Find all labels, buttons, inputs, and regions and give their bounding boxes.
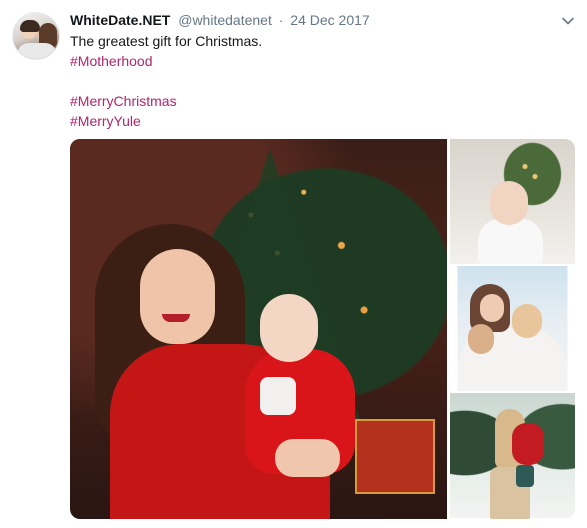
- tweet[interactable]: WhiteDate.NET @whitedatenet · 24 Dec 201…: [0, 0, 587, 528]
- tweet-text: The greatest gift for Christmas. #Mother…: [70, 31, 262, 131]
- avatar[interactable]: [12, 12, 60, 60]
- separator-dot: ·: [278, 12, 284, 28]
- photo-mother-face: [140, 249, 215, 344]
- photo-mother-face: [480, 294, 504, 322]
- media-grid: [70, 139, 575, 519]
- tweet-date[interactable]: 24 Dec 2017: [290, 12, 369, 28]
- photo-gift-box: [355, 419, 435, 494]
- photo-baby-by-tree[interactable]: [450, 139, 575, 264]
- author-name[interactable]: WhiteDate.NET: [70, 12, 170, 28]
- photo-mother-baby-christmas-tree[interactable]: [70, 139, 447, 519]
- chevron-down-icon[interactable]: [561, 14, 575, 28]
- photo-baby-body: [478, 219, 543, 264]
- author-handle[interactable]: @whitedatenet: [178, 12, 272, 28]
- photo-baby-bib: [260, 377, 296, 415]
- avatar-figure-shirt: [17, 43, 57, 59]
- photo-mother-daughters[interactable]: [450, 266, 575, 391]
- photo-mother-child-snowy-forest[interactable]: [450, 393, 575, 519]
- photo-mother-hand: [275, 439, 340, 477]
- photo-child-red-coat: [512, 423, 544, 465]
- photo-child-boots: [516, 465, 534, 487]
- hashtag-merrychristmas[interactable]: #MerryChristmas: [70, 93, 177, 109]
- avatar-figure-hair-left: [20, 20, 40, 32]
- tweet-header: WhiteDate.NET @whitedatenet · 24 Dec 201…: [70, 11, 370, 29]
- photo-girl-head: [468, 324, 494, 354]
- photo-baby-head: [260, 294, 318, 362]
- hashtag-motherhood[interactable]: #Motherhood: [70, 53, 153, 69]
- photo-girl-head: [512, 304, 542, 338]
- photo-baby-head: [490, 181, 528, 225]
- tweet-text-line: The greatest gift for Christmas.: [70, 33, 263, 49]
- hashtag-merryyule[interactable]: #MerryYule: [70, 113, 141, 129]
- photo-mother-smile: [162, 314, 190, 322]
